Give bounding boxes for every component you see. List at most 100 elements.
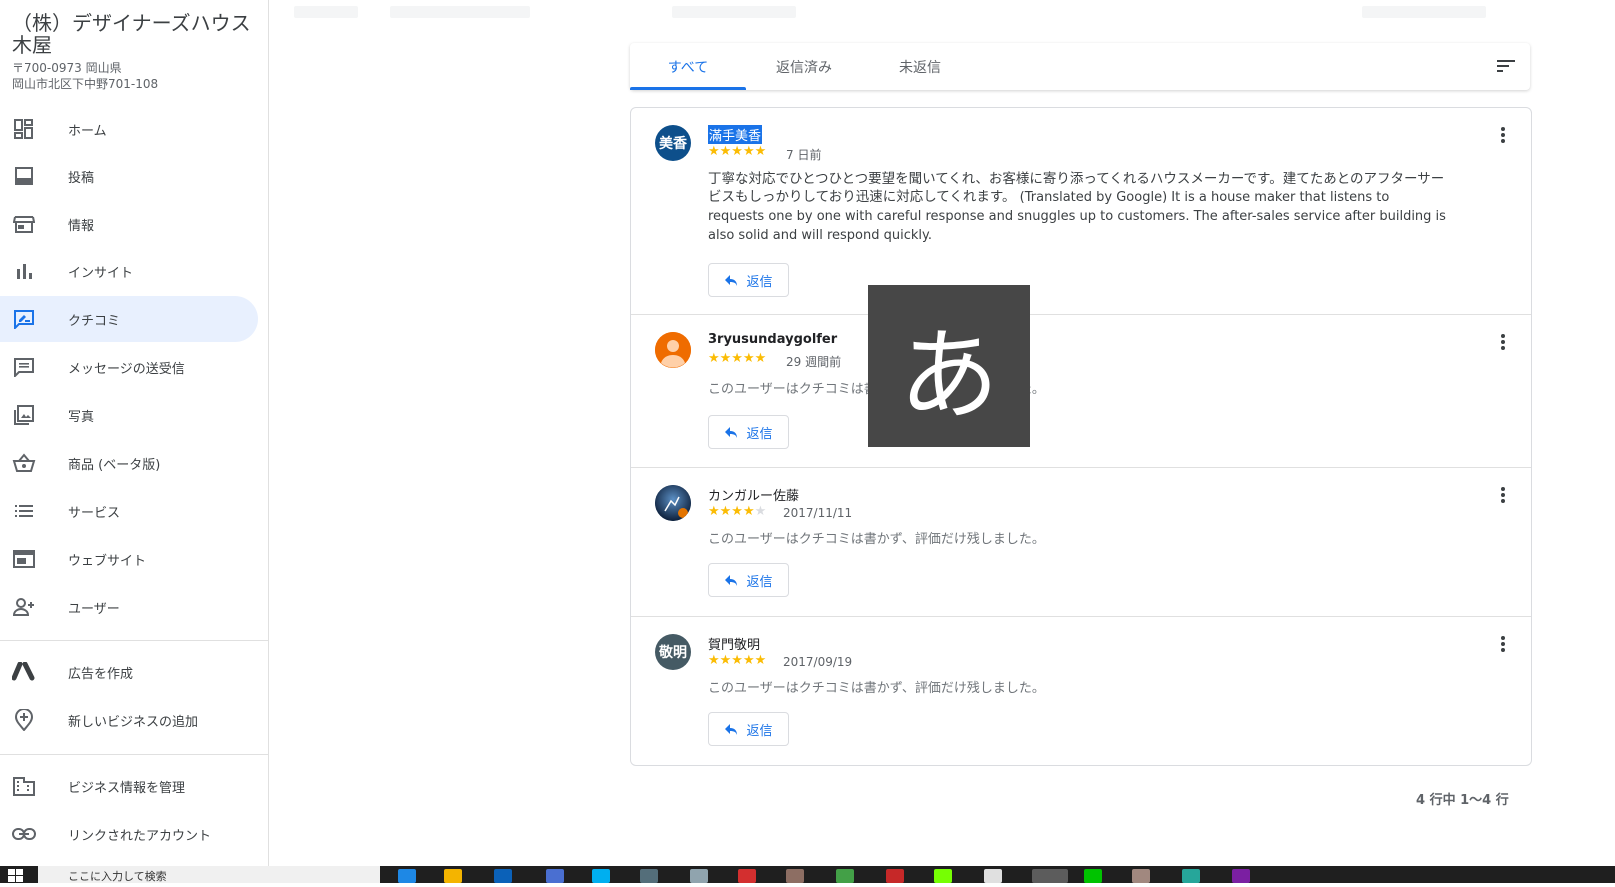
reply-icon: [725, 427, 738, 438]
more-vert-icon: [1501, 487, 1505, 507]
star-rating: ★★★★★: [708, 653, 767, 668]
sidebar-item-label: インサイト: [68, 265, 134, 281]
posts-icon: [12, 164, 36, 188]
web-icon: [12, 547, 36, 571]
basket-icon: [12, 451, 36, 475]
sidebar-item-insights[interactable]: インサイト: [0, 248, 258, 294]
business-address: 〒700-0973 岡山県 岡山市北区下中野701-108: [12, 60, 158, 92]
sidebar-item-messages[interactable]: メッセージの送受信: [0, 344, 258, 390]
top-bar-placeholder: [1362, 6, 1486, 18]
sidebar-item-label: 広告を作成: [68, 666, 134, 682]
sidebar-item-posts[interactable]: 投稿: [0, 153, 258, 199]
sidebar-item-manage-business[interactable]: ビジネス情報を管理: [0, 763, 258, 809]
taskbar-search[interactable]: ここに入力して検索: [38, 866, 380, 883]
taskbar-app[interactable]: [640, 869, 658, 883]
reply-button[interactable]: 返信: [708, 263, 789, 297]
sidebar-item-reviews[interactable]: クチコミ: [0, 296, 258, 342]
taskbar-app-chrome[interactable]: [836, 869, 854, 883]
active-tab-indicator: [630, 87, 746, 90]
review-text-jp: 丁寧な対応でひとつひとつ要望を聞いてくれ、お客様に寄り添ってくれるハウスメーカー…: [708, 171, 1446, 243]
avatar: [655, 485, 691, 521]
sidebar-item-label: ユーザー: [68, 601, 120, 617]
sidebar-item-services[interactable]: サービス: [0, 488, 258, 534]
taskbar-app-edge[interactable]: [398, 869, 416, 883]
sidebar-item-label: 商品 (ベータ版): [68, 457, 161, 473]
taskbar-app[interactable]: [690, 869, 708, 883]
avatar: 敬明: [655, 634, 691, 670]
review-item: カンガルー佐藤 ★★★★★ 2017/11/11 このユーザーはクチコミは書かず…: [631, 468, 1531, 616]
more-options-button[interactable]: [1491, 332, 1515, 356]
default-avatar-icon: [655, 332, 691, 368]
more-options-button[interactable]: [1491, 125, 1515, 149]
sidebar-divider: [0, 640, 268, 641]
reply-button[interactable]: 返信: [708, 712, 789, 746]
top-app-bar: [270, 0, 1615, 20]
address-line-1: 〒700-0973 岡山県: [12, 61, 122, 75]
tab-unreplied[interactable]: 未返信: [862, 43, 978, 90]
reply-button[interactable]: 返信: [708, 415, 789, 449]
reply-button[interactable]: 返信: [708, 563, 789, 597]
reply-icon: [725, 724, 738, 735]
more-vert-icon: [1501, 636, 1505, 656]
taskbar-app[interactable]: [984, 869, 1002, 883]
google-ads-icon: [12, 660, 36, 684]
reply-label: 返信: [746, 723, 773, 739]
person-add-icon: [12, 595, 36, 619]
taskbar-app-skype[interactable]: [592, 869, 610, 883]
more-vert-icon: [1501, 127, 1505, 147]
sidebar-item-label: 情報: [68, 218, 95, 234]
taskbar-app[interactable]: [1132, 869, 1150, 883]
bar-chart-icon: [12, 259, 36, 283]
windows-logo-icon: [8, 869, 23, 882]
sidebar-item-linked-accounts[interactable]: リンクされたアカウント: [0, 811, 258, 857]
taskbar-app[interactable]: [786, 869, 804, 883]
top-bar-placeholder: [672, 6, 796, 18]
taskbar-app[interactable]: [934, 869, 952, 883]
sidebar-item-photos[interactable]: 写真: [0, 392, 258, 438]
rate-review-icon: [12, 307, 36, 331]
reviewer-name: 滿手美香: [708, 125, 763, 144]
tab-replied[interactable]: 返信済み: [746, 43, 862, 90]
sidebar-item-add-business[interactable]: 新しいビジネスの追加: [0, 697, 258, 743]
taskbar-app-outlook[interactable]: [494, 869, 512, 883]
star-rating: ★★★★★: [708, 504, 767, 519]
start-button[interactable]: [0, 866, 36, 883]
taskbar-app[interactable]: [546, 869, 564, 883]
sidebar-item-website[interactable]: ウェブサイト: [0, 536, 258, 582]
taskbar-app-chrome-active[interactable]: [1032, 869, 1068, 883]
list-icon: [12, 499, 36, 523]
taskbar-app[interactable]: [738, 869, 756, 883]
taskbar-app-line[interactable]: [1084, 869, 1102, 883]
more-vert-icon: [1501, 334, 1505, 354]
windows-taskbar: ここに入力して検索: [0, 866, 1615, 883]
taskbar-app[interactable]: [886, 869, 904, 883]
tab-all[interactable]: すべて: [630, 43, 746, 90]
taskbar-app-explorer[interactable]: [444, 869, 462, 883]
profile-photo-icon: [655, 485, 691, 521]
sidebar-item-label: 写真: [68, 409, 95, 425]
pagination-summary: 4 行中 1〜4 行: [1416, 793, 1509, 808]
sort-button[interactable]: [1494, 55, 1518, 79]
photo-library-icon: [12, 403, 36, 427]
review-date: 2017/09/19: [783, 655, 853, 669]
sidebar-divider: [0, 754, 268, 755]
tab-label: 未返信: [899, 59, 941, 76]
more-options-button[interactable]: [1491, 485, 1515, 509]
avatar: 美香: [655, 125, 691, 161]
sidebar-item-label: ホーム: [68, 123, 107, 139]
reviewer-name: カンガルー佐藤: [708, 489, 800, 504]
add-location-icon: [12, 708, 36, 732]
taskbar-app[interactable]: [1182, 869, 1200, 883]
sidebar: （株）デザイナーズハウス木屋 〒700-0973 岡山県 岡山市北区下中野701…: [0, 0, 269, 866]
link-icon: [12, 822, 36, 846]
sidebar-item-label: リンクされたアカウント: [68, 828, 212, 844]
more-options-button[interactable]: [1491, 634, 1515, 658]
sidebar-item-users[interactable]: ユーザー: [0, 584, 258, 630]
sidebar-item-create-ad[interactable]: 広告を作成: [0, 649, 258, 695]
sidebar-item-products[interactable]: 商品 (ベータ版): [0, 440, 258, 486]
tab-label: すべて: [667, 59, 709, 76]
sidebar-item-info[interactable]: 情報: [0, 201, 258, 247]
sidebar-item-home[interactable]: ホーム: [0, 106, 258, 152]
sidebar-item-label: ビジネス情報を管理: [68, 780, 186, 796]
taskbar-app[interactable]: [1232, 869, 1250, 883]
